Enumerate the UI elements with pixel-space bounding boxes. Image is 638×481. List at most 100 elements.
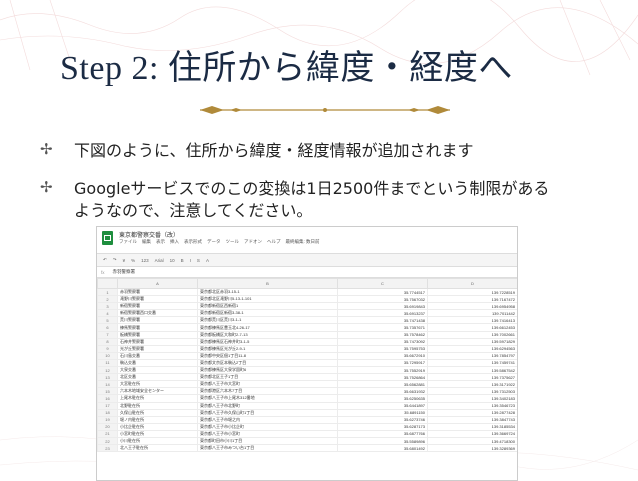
column-header[interactable]: B	[197, 278, 338, 289]
table-cell[interactable]: 東京都北区滝野川5-13-1-101	[197, 295, 338, 304]
table-cell[interactable]: 139.7228519	[427, 287, 517, 297]
table-cell[interactable]: 小宮町駐在所	[117, 429, 198, 438]
table-cell[interactable]: 139.7459741	[427, 358, 517, 368]
table-cell[interactable]: 35.6250635	[337, 394, 428, 403]
table-cell[interactable]: 139.6954958	[427, 302, 517, 311]
table-cell[interactable]: 139.7312503	[427, 387, 517, 396]
row-number[interactable]: 23	[97, 444, 118, 453]
table-cell[interactable]: 堀ノ内駐在所	[117, 415, 198, 424]
table-cell[interactable]: 北八王子駐在所	[117, 444, 198, 453]
row-number[interactable]: 13	[97, 373, 118, 382]
sheet-toolbar-button[interactable]: A	[206, 258, 209, 263]
table-cell[interactable]: 35.6562881	[337, 380, 428, 389]
sheet-menu-item[interactable]: ツール	[226, 239, 240, 245]
table-cell[interactable]: 35.7578462	[337, 330, 428, 339]
table-cell[interactable]: 上尾木駐在所	[117, 394, 198, 403]
table-cell[interactable]: 139.3847743	[427, 415, 517, 424]
table-cell[interactable]: 東京都八王子市久保山町1丁目	[197, 408, 338, 417]
column-header[interactable]: A	[117, 278, 198, 289]
row-number[interactable]: 21	[97, 429, 118, 438]
table-cell[interactable]: 東京都荒川区荒川3-1-1	[197, 316, 338, 325]
row-number[interactable]: 6	[97, 323, 118, 332]
table-cell[interactable]: 東京都北区赤羽3-15-1	[197, 287, 338, 297]
table-cell[interactable]: 35.7473092	[337, 337, 428, 346]
table-cell[interactable]: 35.7357671	[337, 323, 428, 332]
table-cell[interactable]: 東京都町田市小川1丁目	[197, 436, 338, 446]
sheet-toolbar-button[interactable]: ↶	[103, 257, 107, 263]
table-cell[interactable]: 139.7167472	[427, 295, 517, 304]
table-cell[interactable]: 35.7471438	[337, 316, 428, 325]
table-cell[interactable]: 北区交番	[117, 373, 198, 382]
table-cell[interactable]: 139.3171922	[427, 380, 517, 389]
table-cell[interactable]: 東京都練馬区光が丘2-9-1	[197, 344, 338, 353]
table-cell[interactable]: 東京都八王子市みつい台1丁目	[197, 444, 338, 453]
table-cell[interactable]: 35.7295917	[337, 358, 428, 368]
table-cell[interactable]: 35.6801492	[337, 444, 428, 453]
table-cell[interactable]: 東京都港区六本木7丁目	[197, 387, 338, 396]
table-cell[interactable]: 東京都練馬区豊玉北4-26-17	[197, 323, 338, 332]
table-cell[interactable]: 駒込交番	[117, 358, 198, 368]
sheet-toolbar-button[interactable]: Arial	[155, 258, 164, 263]
sheet-menu-item[interactable]: 表示形式	[184, 239, 202, 245]
table-cell[interactable]: 東京都練馬区大泉学園町6	[197, 366, 338, 375]
sheet-menu-item[interactable]: 挿入	[170, 239, 179, 245]
sheet-toolbar-button[interactable]: I	[190, 258, 191, 263]
row-number[interactable]: 12	[97, 366, 118, 375]
table-cell[interactable]: 東京都北区王子1丁目	[197, 373, 338, 382]
row-number[interactable]: 11	[97, 358, 118, 368]
sheet-toolbar-button[interactable]: 10	[170, 258, 175, 263]
table-cell[interactable]: 東京都練馬区石神井町3-1-5	[197, 337, 338, 346]
table-cell[interactable]: 139.7002661	[427, 330, 517, 339]
row-number[interactable]: 1	[97, 287, 118, 297]
table-cell[interactable]: 139.5971829	[427, 337, 517, 346]
table-cell[interactable]: 東京都新宿区西新宿1	[197, 302, 338, 311]
table-cell[interactable]: 35.7595753	[337, 344, 428, 353]
row-number[interactable]: 15	[97, 387, 118, 396]
table-cell[interactable]: 東京都八王子市堀之内	[197, 415, 338, 424]
table-cell[interactable]: 139.3185534	[427, 422, 517, 431]
table-cell[interactable]: 石神井警察署	[117, 337, 198, 346]
row-number[interactable]: 22	[97, 436, 118, 446]
table-cell[interactable]: 35.5589896	[337, 436, 428, 446]
table-cell[interactable]: 35.7552919	[337, 366, 428, 375]
row-number[interactable]: 4	[97, 309, 118, 318]
table-cell[interactable]: 139.7375627	[427, 373, 517, 382]
table-cell[interactable]: 六本木地域安全センター	[117, 387, 198, 396]
sheet-menu-item[interactable]: 編集	[142, 239, 151, 245]
table-cell[interactable]: 139.3289369	[427, 444, 517, 453]
table-cell[interactable]: 35.7567032	[337, 295, 428, 304]
table-cell[interactable]: 荒川警察署	[117, 316, 198, 325]
table-cell[interactable]: 139.6294563	[427, 344, 517, 353]
table-cell[interactable]: 東京都八王子市小比企町	[197, 422, 338, 431]
table-cell[interactable]: 35.6631932	[337, 387, 428, 396]
row-number[interactable]: 18	[97, 408, 118, 417]
sheet-menu-item[interactable]: 表示	[156, 239, 165, 245]
table-cell[interactable]: 東京都新宿区新宿3-38-1	[197, 309, 338, 318]
table-cell[interactable]: 新宿警察署西口交番	[117, 309, 198, 318]
sheet-toolbar-button[interactable]: 123	[141, 258, 149, 263]
row-number[interactable]: 14	[97, 380, 118, 389]
row-number[interactable]: 20	[97, 422, 118, 431]
row-number[interactable]: 9	[97, 344, 118, 353]
table-cell[interactable]: 北野駐在所	[117, 401, 198, 410]
table-cell[interactable]: 滝野川警察署	[117, 295, 198, 304]
sheet-menu-item[interactable]: データ	[207, 239, 221, 245]
table-cell[interactable]: 東京都八王子市大宮町	[197, 380, 338, 389]
table-cell[interactable]: 35.6672910	[337, 351, 428, 360]
table-cell[interactable]: 35.6273746	[337, 415, 428, 424]
table-cell[interactable]: 139.3669724	[427, 429, 517, 438]
row-number[interactable]: 2	[97, 295, 118, 304]
table-cell[interactable]: 35.6891150	[337, 408, 428, 417]
table-cell[interactable]: 光が丘警察署	[117, 344, 198, 353]
table-cell[interactable]: 139.3402183	[427, 394, 517, 403]
table-cell[interactable]: 赤羽警察署	[117, 287, 198, 297]
table-cell[interactable]: 139.4718300	[427, 436, 517, 446]
row-number[interactable]: 8	[97, 337, 118, 346]
table-cell[interactable]: 139.5867542	[427, 366, 517, 375]
table-cell[interactable]: 139.7011442	[427, 309, 517, 318]
row-number[interactable]: 19	[97, 415, 118, 424]
row-number[interactable]: 16	[97, 394, 118, 403]
table-cell[interactable]: 139.7854797	[427, 351, 517, 360]
row-number[interactable]: 17	[97, 401, 118, 410]
column-header[interactable]: D	[427, 278, 517, 289]
